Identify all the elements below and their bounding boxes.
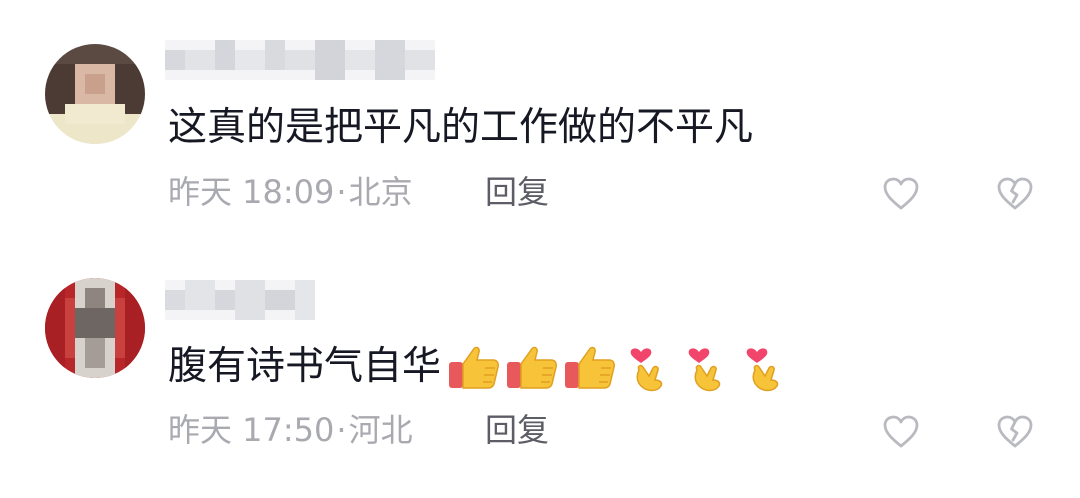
comment-location: 河北	[348, 411, 413, 449]
thumbs-up-icon	[561, 340, 619, 394]
like-button[interactable]	[881, 174, 921, 214]
username-blurred[interactable]	[165, 280, 315, 320]
comment-item: 腹有诗书气自华 昨天 17:50·河北 回复	[0, 240, 1080, 480]
emoji-row	[445, 340, 793, 394]
finger-heart-icon	[735, 340, 793, 394]
comment-meta: 昨天 17:50·河北	[168, 410, 413, 450]
heart-outline-icon	[883, 177, 919, 210]
meta-separator: ·	[336, 411, 347, 449]
thumbs-up-icon	[445, 340, 503, 394]
comment-time: 昨天 17:50	[168, 411, 335, 449]
avatar[interactable]	[45, 44, 145, 144]
comment-text: 这真的是把平凡的工作做的不平凡	[168, 105, 754, 150]
comment-text: 腹有诗书气自华	[168, 340, 793, 394]
avatar[interactable]	[45, 278, 145, 378]
comment-time: 昨天 18:09	[168, 173, 335, 211]
comment-item: 这真的是把平凡的工作做的不平凡 昨天 18:09·北京 回复	[0, 0, 1080, 240]
avatar-image	[45, 278, 145, 378]
meta-separator: ·	[336, 173, 347, 211]
thumbs-up-icon	[503, 340, 561, 394]
broken-heart-icon	[997, 177, 1033, 210]
dislike-button[interactable]	[995, 174, 1035, 214]
reply-button[interactable]: 回复	[485, 410, 549, 450]
dislike-button[interactable]	[995, 412, 1035, 452]
finger-heart-icon	[619, 340, 677, 394]
avatar-image	[45, 44, 145, 144]
blurred-username-image	[165, 40, 435, 80]
comment-location: 北京	[348, 173, 413, 211]
reply-button[interactable]: 回复	[485, 172, 549, 212]
like-button[interactable]	[881, 412, 921, 452]
finger-heart-icon	[677, 340, 735, 394]
heart-outline-icon	[883, 415, 919, 448]
username-blurred[interactable]	[165, 40, 435, 80]
broken-heart-icon	[997, 415, 1033, 448]
blurred-username-image	[165, 280, 315, 320]
comment-meta: 昨天 18:09·北京	[168, 172, 413, 212]
comment-text-body: 腹有诗书气自华	[168, 344, 442, 389]
